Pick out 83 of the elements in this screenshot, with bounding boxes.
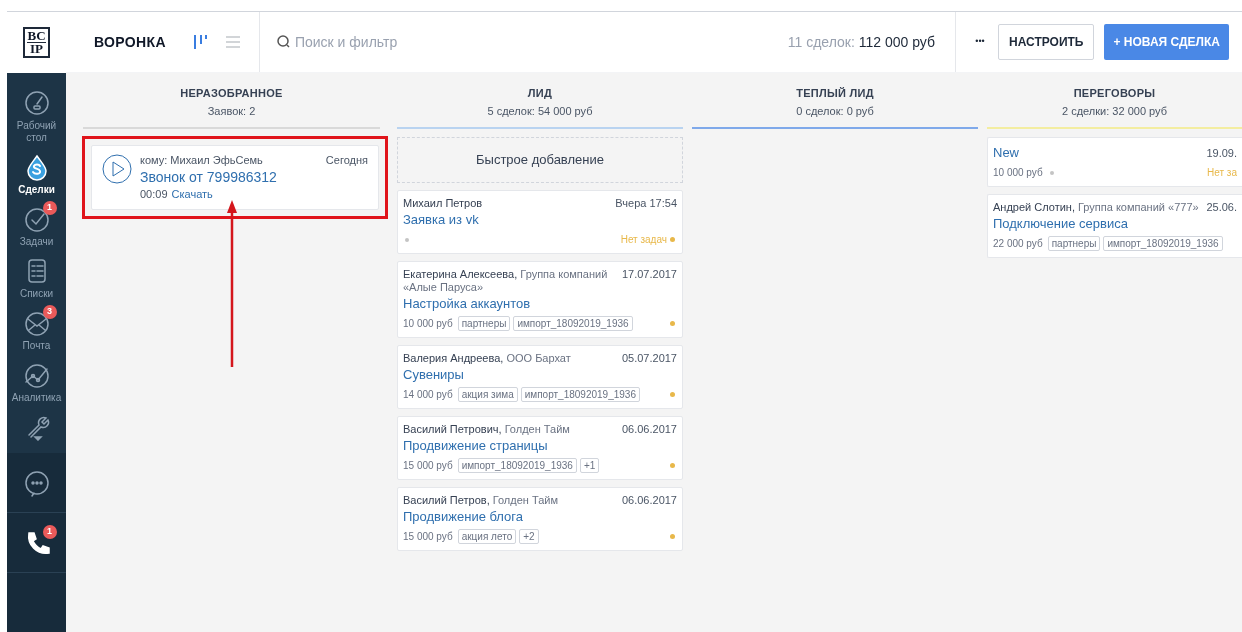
column-subtitle: 5 сделок: 54 000 руб (486, 104, 594, 119)
card-date: 25.06. (1206, 200, 1237, 214)
deal-price: 10 000 руб (403, 317, 453, 331)
deal-title[interactable]: Сувениры (403, 365, 677, 383)
tag[interactable]: акция зима (457, 387, 518, 402)
settings-button[interactable]: НАСТРОИТЬ (998, 24, 1095, 60)
deal-title[interactable]: Настройка аккаунтов (403, 294, 677, 312)
tasks-status: Нет задач (620, 233, 667, 247)
download-link[interactable]: Скачать (171, 186, 213, 203)
column-subtitle: 0 сделок: 0 руб (795, 104, 875, 119)
call-title[interactable]: Звонок от 799986312 (140, 168, 368, 186)
call-duration: 00:09 (140, 187, 168, 202)
contact-name: Михаил Петров (403, 196, 483, 210)
deal-card[interactable]: Валерия Андреева, ООО Бархат 05.07.2017 Сувениры 14 000 руб акция зима импорт_18092019_1936 (397, 344, 683, 409)
notification-badge: 3 (42, 305, 57, 319)
tag[interactable]: импорт_18092019_1936 (520, 387, 640, 402)
deal-price: 10 000 руб (993, 166, 1043, 180)
tag[interactable]: партнеры (457, 316, 511, 331)
deal-title[interactable]: Продвижение блога (403, 507, 677, 525)
tag[interactable]: импорт_18092019_1936 (1103, 236, 1223, 251)
contact-name: Андрей Слотин, Группа компаний «777» (993, 200, 1199, 214)
tag[interactable]: импорт_18092019_1936 (513, 316, 633, 331)
deal-card[interactable]: Екатерина Алексеева, Группа компаний «Алые Паруса» 17.07.2017 Настройка аккаунтов 10 000 руб партнеры импорт_18092019_1936 (397, 260, 683, 338)
deal-card[interactable]: New 19.09. 10 000 руб Нет за (987, 136, 1242, 187)
mail-icon (22, 309, 51, 337)
card-date: 19.09. (1206, 146, 1237, 160)
deal-title[interactable]: Заявка из vk (403, 210, 677, 228)
sidebar-item[interactable]: Сделки (8, 153, 65, 196)
search-icon (276, 35, 291, 49)
deal-price: 15 000 руб (403, 530, 453, 544)
chat-icon (22, 468, 51, 497)
deal-price: 22 000 руб (993, 237, 1043, 251)
deal-card[interactable]: Андрей Слотин, Группа компаний «777» 25.06. Подключение сервиса 22 000 руб партнеры импорт_18092019_1936 (987, 193, 1242, 258)
tag[interactable]: +2 (519, 529, 539, 544)
contact-name: Василий Петрович, Голден Тайм (403, 422, 570, 436)
deal-price: 14 000 руб (403, 388, 453, 402)
pipeline-view-icon[interactable] (191, 32, 210, 52)
column-subtitle: 2 сделки: 32 000 руб (1061, 104, 1168, 119)
quick-add-button[interactable]: Быстрое добавление (397, 136, 683, 183)
tag[interactable]: +1 (579, 458, 600, 473)
card-date: 06.06.2017 (621, 422, 677, 436)
call-card[interactable]: кому: Михаил ЭфьСемь Сегодня Звонок от 799986312 00:09 Скачать (91, 144, 379, 210)
column-subtitle: Заявок: 2 (206, 104, 257, 119)
sidebar-button[interactable]: 1 (16, 522, 57, 563)
column-title: ЛИД (526, 86, 554, 100)
recipient-label: кому: Михаил ЭфьСемь (140, 152, 263, 168)
gauge-icon (22, 89, 51, 117)
column-title: ТЕПЛЫЙ ЛИД (795, 86, 875, 100)
notification-badge: 1 (42, 201, 57, 215)
chart-icon (22, 361, 51, 389)
search-field[interactable]: Поиск и фильтр (294, 31, 495, 53)
sidebar-item[interactable]: Списки (8, 257, 65, 300)
deal-title[interactable]: Продвижение страницы (403, 436, 677, 454)
deals-total: 11 сделок: 112 000 руб (787, 32, 935, 52)
column-title: НЕРАЗОБРАННОЕ (179, 86, 284, 100)
deal-card[interactable]: Василий Петров, Голден Тайм 06.06.2017 Продвижение блога 15 000 руб акция лето +2 (397, 486, 683, 551)
tag[interactable]: партнеры (1047, 236, 1101, 251)
sidebar-item[interactable]: Рабочий стол (8, 89, 65, 144)
tag[interactable]: импорт_18092019_1936 (457, 458, 577, 473)
notification-badge: 1 (42, 524, 57, 539)
column-title: ПЕРЕГОВОРЫ (1072, 86, 1157, 100)
logo[interactable]: BC IP (23, 27, 50, 58)
more-button[interactable]: ••• (972, 35, 988, 49)
sidebar-item[interactable]: Аналитика (8, 361, 65, 404)
contact-name: Василий Петров, Голден Тайм (403, 493, 558, 507)
deal-card[interactable]: Василий Петрович, Голден Тайм 06.06.2017 Продвижение страницы 15 000 руб импорт_18092019_1936 +1 (397, 415, 683, 480)
page-title: ВОРОНКА (94, 32, 166, 52)
deal-title[interactable]: Подключение сервиса (993, 214, 1237, 232)
deal-price: 15 000 руб (403, 459, 453, 473)
card-date: 17.07.2017 (621, 267, 677, 282)
card-date: 05.07.2017 (621, 351, 677, 365)
deal-card[interactable]: Михаил Петров Вчера 17:54 Заявка из vk Нет задач (397, 189, 683, 254)
card-date: 06.06.2017 (621, 493, 677, 507)
deal-title[interactable]: New (993, 143, 1019, 161)
play-icon[interactable] (102, 153, 132, 184)
contact-name: Екатерина Алексеева, Группа компаний «Алые Паруса» (403, 267, 609, 294)
new-deal-button[interactable]: + НОВАЯ СДЕЛКА (1104, 24, 1229, 60)
contact-name: Валерия Андреева, ООО Бархат (403, 351, 571, 365)
checkmark-icon (22, 205, 51, 233)
card-date: Вчера 17:54 (615, 196, 677, 210)
tag[interactable]: акция лето (457, 529, 517, 544)
tasks-status: Нет за (1207, 166, 1237, 180)
card-date: Сегодня (325, 152, 368, 168)
